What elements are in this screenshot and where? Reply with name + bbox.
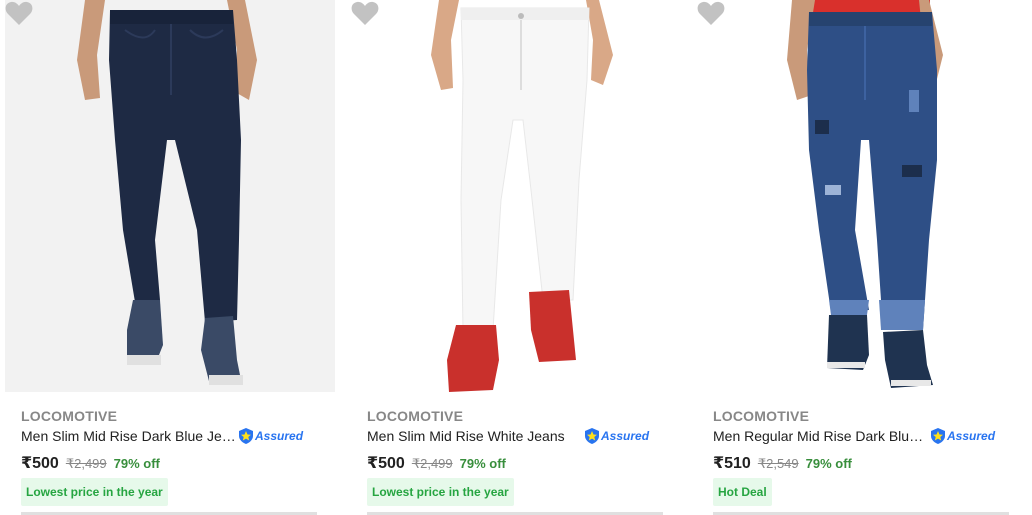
product-image[interactable] xyxy=(351,0,681,392)
product-title[interactable]: Men Slim Mid Rise White Jeans xyxy=(367,428,565,444)
assured-badge: Assured xyxy=(239,427,303,445)
assured-label: Assured xyxy=(255,429,304,443)
price-row: ₹500 ₹2,499 79% off xyxy=(21,453,160,473)
wishlist-heart-icon[interactable] xyxy=(351,0,379,26)
deal-tag: Lowest price in the year xyxy=(21,478,168,506)
original-price: ₹2,549 xyxy=(757,456,799,471)
product-image[interactable] xyxy=(5,0,335,392)
selling-price: ₹510 xyxy=(713,455,751,472)
selling-price: ₹500 xyxy=(367,455,405,472)
original-price: ₹2,499 xyxy=(411,456,453,471)
discount-percent: 79% off xyxy=(805,456,852,471)
assured-badge: Assured xyxy=(585,427,649,445)
assured-badge: Assured xyxy=(931,427,995,445)
wishlist-heart-icon[interactable] xyxy=(5,0,33,26)
white-jeans-image xyxy=(431,0,613,392)
assured-label: Assured xyxy=(601,429,650,443)
original-price: ₹2,499 xyxy=(65,456,107,471)
discount-percent: 79% off xyxy=(113,456,160,471)
assured-shield-icon xyxy=(239,428,253,444)
product-brand: LOCOMOTIVE xyxy=(367,408,464,424)
product-brand: LOCOMOTIVE xyxy=(21,408,118,424)
assured-shield-icon xyxy=(585,428,599,444)
product-title[interactable]: Men Regular Mid Rise Dark Blue Jeans xyxy=(713,428,928,444)
wishlist-heart-icon[interactable] xyxy=(697,0,725,26)
selling-price: ₹500 xyxy=(21,455,59,472)
assured-label: Assured xyxy=(947,429,996,443)
distressed-jeans-image xyxy=(787,0,943,388)
discount-percent: 79% off xyxy=(459,456,506,471)
assured-shield-icon xyxy=(931,428,945,444)
product-card[interactable]: LOCOMOTIVE Men Regular Mid Rise Dark Blu… xyxy=(697,0,1027,515)
product-image[interactable] xyxy=(697,0,1027,392)
deal-tag: Lowest price in the year xyxy=(367,478,514,506)
product-card[interactable]: LOCOMOTIVE Men Slim Mid Rise Dark Blue J… xyxy=(5,0,335,515)
dark-blue-jeans-image xyxy=(77,0,257,385)
price-row: ₹510 ₹2,549 79% off xyxy=(713,453,852,473)
price-row: ₹500 ₹2,499 79% off xyxy=(367,453,506,473)
product-title[interactable]: Men Slim Mid Rise Dark Blue Jeans xyxy=(21,428,236,444)
deal-tag: Hot Deal xyxy=(713,478,772,506)
product-card[interactable]: LOCOMOTIVE Men Slim Mid Rise White Jeans… xyxy=(351,0,681,515)
product-brand: LOCOMOTIVE xyxy=(713,408,810,424)
